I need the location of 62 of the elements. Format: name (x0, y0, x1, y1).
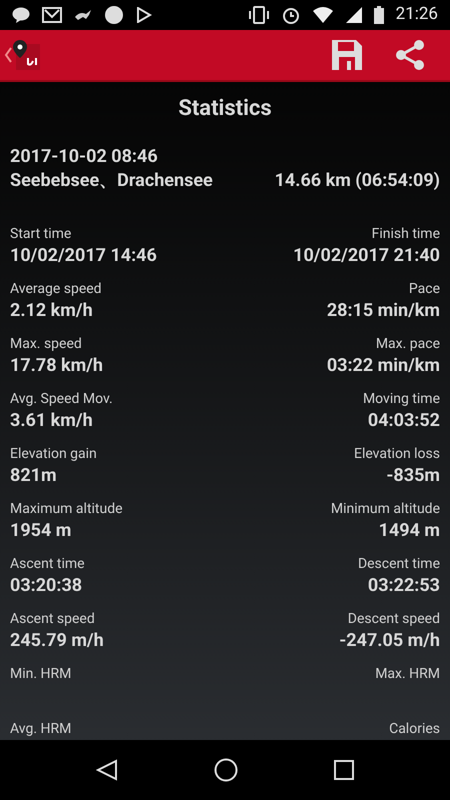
stat-label: Ascent speed (10, 610, 95, 628)
stat-value: 03:22:53 (368, 574, 440, 598)
track-date: 2017-10-02 08:46 (10, 145, 159, 169)
stat-value: 1494 m (378, 519, 440, 543)
square-recents-icon (334, 760, 354, 780)
recents-button[interactable] (334, 760, 354, 780)
stat-label: Max. speed (10, 335, 82, 353)
signal-icon (346, 7, 362, 23)
page-title: Statistics (178, 95, 272, 123)
stat-label: Maximum altitude (10, 500, 123, 518)
stat-label: Finish time (372, 225, 440, 243)
stat-value: -835m (386, 464, 440, 488)
stat-value: -247.05 m/h (339, 629, 440, 653)
stat-label: Pace (408, 280, 440, 298)
back-nav-button[interactable] (96, 759, 118, 781)
play-store-icon (136, 7, 152, 23)
stat-label: Elevation gain (10, 445, 97, 463)
back-logo-button[interactable] (4, 40, 40, 70)
back-icon (4, 47, 12, 63)
triangle-back-icon (96, 759, 118, 781)
stat-label: Calories (389, 720, 440, 738)
alarm-icon (282, 6, 300, 24)
battery-icon (374, 6, 384, 24)
track-name: Seebebsee、Drachensee (10, 169, 213, 193)
stat-label: Ascent time (10, 555, 85, 573)
stat-label: Elevation loss (354, 445, 440, 463)
track-distance: 14.66 km (06:54:09) (274, 169, 440, 193)
stat-label: Moving time (362, 390, 440, 408)
stat-value: 17.78 km/h (10, 354, 103, 378)
stat-value: 04:03:52 (368, 409, 440, 433)
share-button[interactable] (394, 39, 426, 71)
mail-icon (42, 7, 62, 23)
stat-label: Max. pace (376, 335, 440, 353)
stat-value: 10/02/2017 21:40 (293, 244, 440, 268)
stat-value: 1954 m (10, 519, 72, 543)
stat-label: Descent speed (348, 610, 440, 628)
stat-label: Start time (10, 225, 72, 243)
chat-bubble-icon (12, 7, 30, 23)
home-button[interactable] (214, 758, 238, 782)
stat-value: 03:20:38 (10, 574, 82, 598)
stat-label: Descent time (358, 555, 440, 573)
circle-home-icon (214, 758, 238, 782)
stat-label: Avg. HRM (10, 720, 72, 738)
stat-value: 821m (10, 464, 57, 488)
vibrate-icon (248, 6, 270, 24)
share-icon (394, 39, 426, 71)
stat-value: 2.12 km/h (10, 299, 93, 323)
save-button[interactable] (332, 40, 362, 70)
stat-label: Min. HRM (10, 665, 72, 683)
stat-label: Average speed (10, 280, 102, 298)
stat-value: 03:22 min/km (326, 354, 440, 378)
stat-label: Minimum altitude (330, 500, 440, 518)
stat-value: 28:15 min/km (326, 299, 440, 323)
status-time: 21:26 (396, 3, 438, 26)
stat-value: 10/02/2017 14:46 (10, 244, 157, 268)
stat-value: 3.61 km/h (10, 409, 93, 433)
stat-label: Max. HRM (375, 665, 440, 683)
stat-value: 245.79 m/h (10, 629, 104, 653)
stat-label: Avg. Speed Mov. (10, 390, 113, 408)
map-pin-logo-icon (12, 40, 40, 70)
wifi-icon (312, 7, 334, 23)
blob-icon (104, 5, 124, 25)
